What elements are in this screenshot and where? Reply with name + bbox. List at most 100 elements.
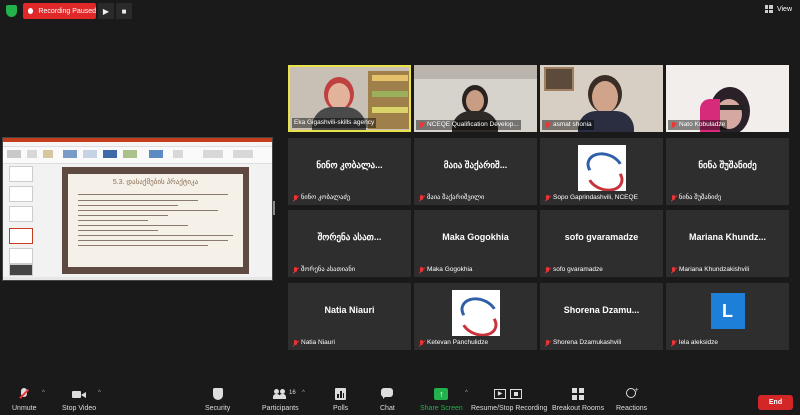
muted-microphone-icon bbox=[17, 388, 31, 401]
meeting-toolbar bbox=[0, 385, 800, 415]
play-icon: ▶ bbox=[102, 6, 110, 16]
meeting-topbar: Recording Paused ▶ ■ View bbox=[0, 0, 800, 22]
resume-recording-button[interactable]: ▶ bbox=[98, 3, 114, 19]
participant-avatar: L bbox=[710, 293, 745, 329]
participant-tile[interactable]: ნინო კობალა... ნინო კობალაძე bbox=[288, 138, 411, 205]
participant-tile[interactable]: Maka Gogokhia Maka Gogokhia bbox=[414, 210, 537, 277]
participant-tile[interactable]: NCEQE Qualification Develop... bbox=[414, 65, 537, 132]
participant-tile[interactable]: მაია შაქარიშ... მაია შაქარიშვილი bbox=[414, 138, 537, 205]
participant-tile[interactable]: sofo gvaramadze sofo gvaramadze bbox=[540, 210, 663, 277]
participant-name-label: მაია შაქარიშვილი bbox=[416, 193, 486, 203]
participant-tile[interactable]: Natia Niauri Natia Niauri bbox=[288, 283, 411, 350]
recording-status-badge[interactable]: Recording Paused bbox=[23, 3, 96, 19]
end-meeting-button[interactable]: End bbox=[758, 395, 793, 410]
participant-display-name: Shorena Dzamu... bbox=[563, 305, 640, 315]
reactions-button[interactable]: + Reactions bbox=[616, 387, 648, 412]
participant-name-label: შორენა ასათიანი bbox=[290, 265, 357, 275]
participant-display-name: შორენა ასათ... bbox=[317, 232, 382, 242]
participant-display-name: ნინა შუშანიძე bbox=[698, 160, 757, 170]
muted-mic-icon bbox=[544, 194, 550, 202]
muted-mic-icon bbox=[292, 194, 298, 202]
muted-mic-icon bbox=[670, 266, 676, 274]
participant-name-label: sofo gvaramadze bbox=[542, 265, 605, 275]
participant-tile[interactable]: შორენა ასათ... შორენა ასათიანი bbox=[288, 210, 411, 277]
nceqe-logo-icon bbox=[577, 145, 626, 191]
grid-view-icon bbox=[764, 5, 773, 13]
polls-label: Polls bbox=[333, 405, 349, 412]
participant-display-name: ნინო კობალა... bbox=[316, 160, 383, 170]
participant-name-label: ნინო კობალაძე bbox=[290, 193, 352, 203]
reactions-label: Reactions bbox=[616, 405, 648, 412]
participant-name-label: Shorena Dzamukashvili bbox=[542, 338, 623, 348]
muted-mic-icon bbox=[670, 121, 676, 129]
participant-name-label: NCEQE Qualification Develop... bbox=[416, 120, 521, 130]
slide-thumbnail-selected[interactable] bbox=[9, 228, 33, 244]
slide-thumbnail[interactable] bbox=[9, 206, 33, 222]
app-status-bar bbox=[3, 277, 272, 280]
muted-mic-icon bbox=[670, 339, 676, 347]
slide-thumbnail[interactable] bbox=[9, 264, 33, 276]
participant-tile-active-speaker[interactable]: Eka Gigashvili-skills agency bbox=[288, 65, 411, 132]
breakout-rooms-button[interactable]: Breakout Rooms bbox=[552, 388, 604, 412]
video-options-caret-icon[interactable]: ^ bbox=[98, 390, 101, 396]
participant-tile[interactable]: Ketevan Panchulidze bbox=[414, 283, 537, 350]
audio-options-caret-icon[interactable]: ^ bbox=[42, 390, 45, 396]
breakout-grid-icon bbox=[571, 388, 585, 401]
share-screen-arrow-icon: ↑ bbox=[434, 388, 449, 401]
muted-mic-icon bbox=[418, 121, 424, 129]
encryption-shield-icon[interactable] bbox=[6, 5, 17, 17]
participant-display-name: sofo gvaramadze bbox=[564, 232, 639, 242]
view-button[interactable]: View bbox=[764, 5, 792, 13]
participant-name-label: Nato Kobuladze bbox=[668, 120, 728, 130]
participant-tile[interactable]: asmat shonia bbox=[540, 65, 663, 132]
slide-thumbnail[interactable] bbox=[9, 166, 33, 182]
muted-mic-icon bbox=[544, 121, 550, 129]
stop-video-button[interactable]: Stop Video bbox=[62, 388, 96, 412]
participant-name-label: lela aleksidze bbox=[668, 338, 720, 348]
smiley-plus-icon: + bbox=[625, 387, 639, 401]
stop-video-label: Stop Video bbox=[62, 405, 97, 412]
slide-thumbnail[interactable] bbox=[9, 186, 33, 202]
slide-thumbnail[interactable] bbox=[9, 248, 33, 264]
unmute-label: Unmute bbox=[12, 405, 37, 412]
muted-mic-icon bbox=[544, 339, 550, 347]
ribbon-toolbar bbox=[3, 147, 272, 164]
chat-bubble-icon bbox=[380, 388, 394, 401]
chat-button[interactable]: Chat bbox=[380, 388, 395, 412]
muted-mic-icon bbox=[292, 266, 298, 274]
shared-screen[interactable]: 5.3. დასაქმების პრაქტიკა bbox=[2, 137, 273, 281]
unmute-button[interactable]: Unmute bbox=[12, 388, 37, 412]
breakout-rooms-label: Breakout Rooms bbox=[552, 405, 605, 412]
view-label: View bbox=[776, 5, 792, 13]
muted-mic-icon bbox=[418, 339, 424, 347]
muted-mic-icon bbox=[418, 194, 424, 202]
participant-tile[interactable]: ნინა შუშანიძე ნინა შუშანიძე bbox=[666, 138, 789, 205]
security-label: Security bbox=[205, 405, 231, 412]
shield-icon bbox=[211, 388, 225, 401]
participant-tile[interactable]: L lela aleksidze bbox=[666, 283, 789, 350]
slide-thumbnails[interactable] bbox=[5, 166, 33, 276]
recording-status-label: Recording Paused bbox=[38, 7, 96, 15]
share-screen-button[interactable]: ↑ Share Screen bbox=[420, 388, 463, 412]
polls-button[interactable]: Polls bbox=[333, 388, 348, 412]
participant-tile[interactable]: Nato Kobuladze bbox=[666, 65, 789, 132]
security-button[interactable]: Security bbox=[205, 388, 230, 412]
participant-display-name: მაია შაქარიშ... bbox=[443, 160, 508, 170]
participant-name-label: Sopo Gaprindashvili, NCEQE bbox=[542, 193, 640, 203]
participant-tile[interactable]: Shorena Dzamu... Shorena Dzamukashvili bbox=[540, 283, 663, 350]
muted-mic-icon bbox=[418, 266, 424, 274]
share-options-caret-icon[interactable]: ^ bbox=[465, 390, 468, 396]
participants-options-caret-icon[interactable]: ^ bbox=[302, 390, 305, 396]
stop-recording-button[interactable]: ■ bbox=[116, 3, 132, 19]
participant-name-label: ნინა შუშანიძე bbox=[668, 193, 723, 203]
share-screen-label: Share Screen bbox=[420, 405, 463, 412]
participant-tile[interactable]: Sopo Gaprindashvili, NCEQE bbox=[540, 138, 663, 205]
participant-tile[interactable]: Mariana Khundz... Mariana Khundzakishvil… bbox=[666, 210, 789, 277]
resume-stop-recording-button[interactable]: ▶ Resume/Stop Recording bbox=[471, 388, 547, 412]
muted-mic-icon bbox=[544, 266, 550, 274]
participant-display-name: Maka Gogokhia bbox=[442, 232, 509, 242]
people-icon bbox=[273, 388, 287, 401]
muted-mic-icon bbox=[670, 194, 676, 202]
participant-name-label: asmat shonia bbox=[542, 120, 594, 130]
split-resize-handle[interactable] bbox=[273, 201, 275, 215]
